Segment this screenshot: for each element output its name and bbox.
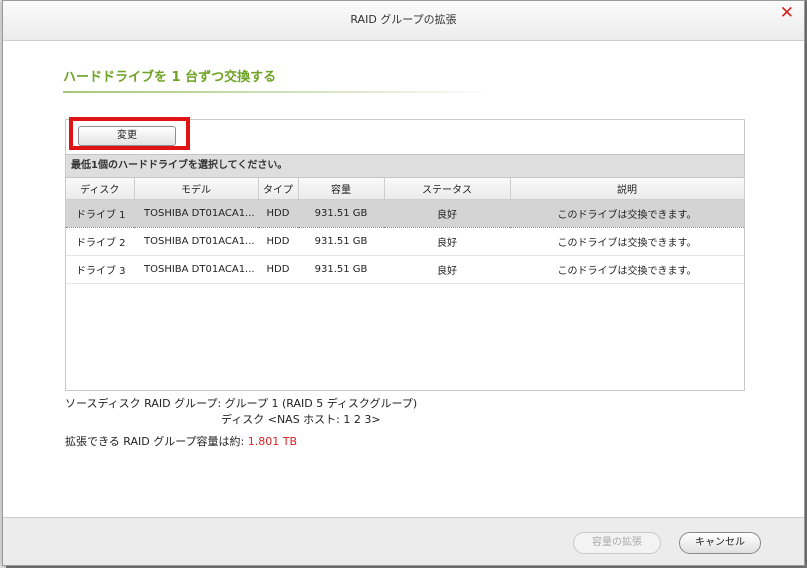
cell-model: TOSHIBA DT01ACA1... [134,255,258,284]
close-icon[interactable]: ✕ [780,5,794,22]
expandable-capacity-text: 拡張できる RAID グループ容量は約: 1.801 TB [65,433,297,449]
raid-expand-dialog: RAID グループの拡張 ✕ ハードドライブを 1 台ずつ交換する 変更 最低1… [2,0,805,566]
cell-disk: ドライブ 2 [66,227,134,256]
grid-caption: 最低1個のハードドライブを選択してください。 [66,154,744,178]
source-raid-group-text: ソースディスク RAID グループ: グループ 1 (RAID 5 ディスクグル… [65,397,418,410]
column-header-disk[interactable]: ディスク [66,178,135,200]
cell-description: このドライブは交換できます。 [510,227,744,256]
table-row[interactable]: ドライブ 3 TOSHIBA DT01ACA1... HDD 931.51 GB… [66,255,744,284]
cell-capacity: 931.51 GB [298,255,384,284]
table-row[interactable]: ドライブ 2 TOSHIBA DT01ACA1... HDD 931.51 GB… [66,227,744,256]
cell-capacity: 931.51 GB [298,199,384,228]
cell-model: TOSHIBA DT01ACA1... [134,227,258,256]
capacity-label: 拡張できる RAID グループ容量は約: [65,435,248,448]
cell-description: このドライブは交換できます。 [510,255,744,284]
column-header-capacity[interactable]: 容量 [298,178,385,200]
table-header-row: ディスク モデル タイプ 容量 ステータス 説明 [66,178,745,200]
section-title: ハードドライブを 1 台ずつ交換する [63,70,277,85]
dialog-titlebar: RAID グループの拡張 ✕ [3,1,804,41]
cell-type: HDD [258,227,298,256]
cell-disk: ドライブ 3 [66,255,134,284]
table-row[interactable]: ドライブ 1 TOSHIBA DT01ACA1... HDD 931.51 GB… [66,199,744,228]
cell-capacity: 931.51 GB [298,227,384,256]
section-divider [63,91,493,93]
capacity-value: 1.801 TB [247,435,298,448]
cell-status: 良好 [384,227,510,256]
cell-status: 良好 [384,255,510,284]
expand-capacity-button[interactable]: 容量の拡張 [573,532,661,554]
drive-selection-panel: 変更 最低1個のハードドライブを選択してください。 ディスク モデル タイプ 容… [65,119,745,391]
cell-description: このドライブは交換できます。 [510,199,744,228]
cell-model: TOSHIBA DT01ACA1... [134,199,258,228]
change-button[interactable]: 変更 [78,126,176,146]
cancel-button[interactable]: キャンセル [679,532,761,554]
source-disk-text: ディスク <NAS ホスト: 1 2 3> [221,413,381,426]
dialog-title: RAID グループの拡張 [350,13,457,26]
drive-table: ディスク モデル タイプ 容量 ステータス 説明 ドライブ 1 TOSHIBA … [66,178,745,284]
column-header-description[interactable]: 説明 [510,178,745,200]
cell-status: 良好 [384,199,510,228]
dialog-footer: 容量の拡張 キャンセル [3,517,804,565]
cell-disk: ドライブ 1 [66,199,134,228]
cell-type: HDD [258,199,298,228]
column-header-status[interactable]: ステータス [384,178,511,200]
column-header-model[interactable]: モデル [134,178,259,200]
column-header-type[interactable]: タイプ [258,178,299,200]
cell-type: HDD [258,255,298,284]
